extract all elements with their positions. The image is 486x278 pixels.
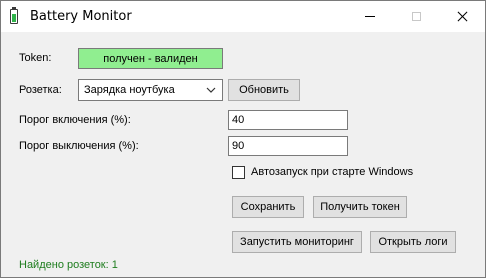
close-button[interactable]	[439, 1, 485, 32]
title-bar[interactable]: Battery Monitor	[1, 1, 485, 32]
minimize-icon	[365, 16, 375, 17]
open-logs-button[interactable]: Открыть логи	[370, 231, 456, 253]
token-status-badge: получен - валиден	[78, 48, 223, 69]
close-icon	[457, 11, 468, 22]
threshold-on-input[interactable]: 40	[228, 110, 348, 130]
get-token-button[interactable]: Получить токен	[313, 196, 407, 218]
token-label: Token:	[19, 52, 52, 64]
socket-select[interactable]: Зарядка ноутбука	[78, 79, 223, 101]
battery-monitor-window: Battery Monitor Token: получен - валиден…	[0, 0, 486, 278]
save-button[interactable]: Сохранить	[232, 196, 304, 218]
autostart-label[interactable]: Автозапуск при старте Windows	[251, 166, 413, 178]
threshold-on-label: Порог включения (%):	[19, 114, 131, 126]
autostart-checkbox[interactable]	[232, 166, 245, 179]
threshold-off-input[interactable]: 90	[228, 136, 348, 156]
socket-label: Розетка:	[19, 84, 62, 96]
start-monitoring-button[interactable]: Запустить мониторинг	[232, 231, 362, 253]
refresh-button[interactable]: Обновить	[228, 79, 300, 101]
maximize-button[interactable]	[393, 1, 439, 32]
minimize-button[interactable]	[347, 1, 393, 32]
socket-selected-value: Зарядка ноутбука	[84, 84, 175, 96]
chevron-down-icon	[206, 87, 216, 93]
status-text: Найдено розеток: 1	[19, 259, 118, 271]
battery-icon	[10, 7, 18, 24]
threshold-off-label: Порог выключения (%):	[19, 140, 139, 152]
maximize-icon	[411, 12, 421, 21]
window-title: Battery Monitor	[30, 9, 132, 24]
